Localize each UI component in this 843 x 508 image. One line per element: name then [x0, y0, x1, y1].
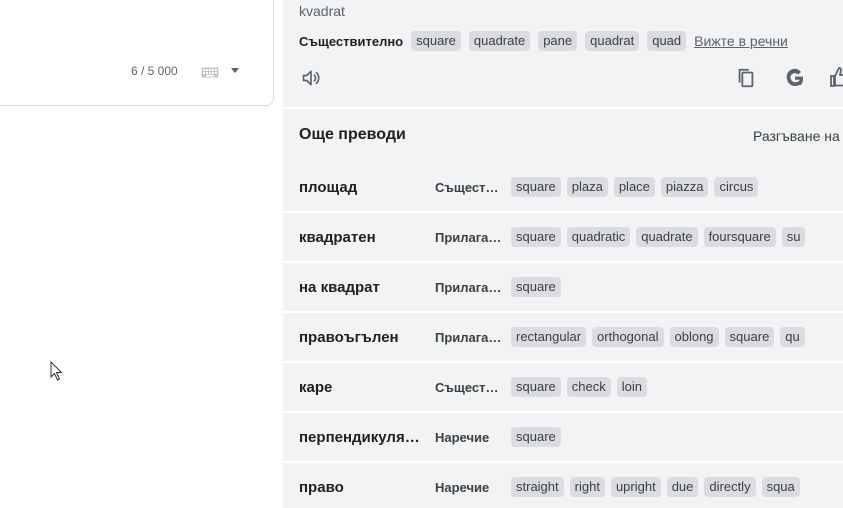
- synonym-list: square: [511, 277, 567, 297]
- part-of-speech-label: Наречие: [435, 479, 490, 495]
- synonym-chip[interactable]: upright: [610, 477, 661, 497]
- synonym-chip[interactable]: piazza: [660, 177, 709, 197]
- translation-row: правоъгълен Прилагателно rectangularorthog…: [283, 313, 843, 363]
- synonym-chip[interactable]: square: [511, 377, 561, 397]
- synonym-chip[interactable]: square: [511, 177, 561, 197]
- alternative-chip[interactable]: quadrate: [468, 31, 531, 51]
- translation-row: перпендикулярен Наречие square: [283, 413, 843, 463]
- part-of-speech-label: Съществително: [435, 179, 505, 195]
- synonym-chip[interactable]: squa: [761, 477, 800, 497]
- main-alternatives-row: Съществително square quadrate pane quadr…: [299, 30, 788, 52]
- translation-term[interactable]: каре: [299, 379, 423, 396]
- char-count: 6 / 5 000: [131, 64, 178, 78]
- translation-pane: kvadrat Съществително square quadrate pa…: [283, 0, 843, 508]
- chevron-down-icon[interactable]: [231, 68, 239, 73]
- google-icon[interactable]: [783, 66, 807, 90]
- keyboard-icon[interactable]: [201, 67, 219, 78]
- thumbs-up-icon[interactable]: [828, 66, 843, 88]
- synonym-chip[interactable]: su: [781, 227, 806, 247]
- synonym-list: square check loin: [511, 377, 653, 397]
- synonym-chip[interactable]: square: [511, 227, 561, 247]
- alternative-chip[interactable]: square: [411, 31, 461, 51]
- synonym-chip[interactable]: orthogonal: [592, 327, 664, 347]
- transliteration: kvadrat: [299, 3, 345, 19]
- part-of-speech-label: Прилагателно: [435, 229, 505, 245]
- part-of-speech-label: Прилагателно: [435, 279, 505, 295]
- more-translations-title: Още преводи: [299, 126, 406, 143]
- synonym-list: square plaza place piazza circus: [511, 177, 764, 197]
- translation-row: квадратен Прилагателно squarequadraticquad…: [283, 213, 843, 263]
- synonym-chip[interactable]: straight: [511, 477, 564, 497]
- synonym-list: square: [511, 427, 567, 447]
- section-divider: [283, 107, 843, 109]
- dictionary-link[interactable]: Вижте в речни: [694, 33, 788, 49]
- synonym-chip[interactable]: qu: [780, 327, 805, 347]
- synonym-chip[interactable]: plaza: [566, 177, 608, 197]
- translation-row: на квадрат Прилагателно square: [283, 263, 843, 313]
- synonym-chip[interactable]: rectangular: [511, 327, 587, 347]
- mouse-cursor-icon: [50, 361, 63, 381]
- translation-term[interactable]: на квадрат: [299, 279, 423, 296]
- synonym-chip[interactable]: square: [724, 327, 775, 347]
- synonym-chip[interactable]: right: [569, 477, 605, 497]
- translation-term[interactable]: право: [299, 479, 423, 496]
- part-of-speech-label: Наречие: [435, 429, 490, 445]
- synonym-list: square quadratic quadrate foursquare su: [511, 227, 811, 247]
- translation-term[interactable]: перпендикулярен: [299, 429, 423, 446]
- synonym-chip[interactable]: place: [613, 177, 655, 197]
- translation-row: каре Съществително squarecheckloin: [283, 363, 843, 413]
- copy-icon[interactable]: [735, 67, 757, 89]
- synonym-chip[interactable]: square: [511, 277, 561, 297]
- expand-button[interactable]: Разгъване на: [753, 128, 840, 144]
- translation-row: площад Съществително squareplazaplacepiazz…: [283, 163, 843, 213]
- translation-term[interactable]: правоъгълен: [299, 329, 423, 346]
- translation-term[interactable]: квадратен: [299, 229, 423, 246]
- part-of-speech-label: Съществително: [299, 33, 404, 49]
- more-translations-list: площадСъществителноsquareplazaplacepiazz…: [283, 163, 843, 508]
- part-of-speech-label: Прилагателно: [435, 329, 505, 345]
- speaker-icon[interactable]: [301, 68, 321, 88]
- synonym-chip[interactable]: quadrate: [636, 227, 698, 247]
- synonym-list: straight right upright due directly squa: [511, 477, 806, 497]
- synonym-chip[interactable]: square: [511, 427, 561, 447]
- synonym-chip[interactable]: foursquare: [703, 227, 776, 247]
- alternative-chip[interactable]: quad: [647, 31, 687, 51]
- synonym-chip[interactable]: directly: [704, 477, 756, 497]
- translation-row: право Наречие straight right upright due direc…: [283, 463, 843, 508]
- part-of-speech-label: Съществително: [435, 379, 505, 395]
- synonym-chip[interactable]: oblong: [669, 327, 719, 347]
- source-text-card[interactable]: 6 / 5 000: [0, 0, 274, 106]
- synonym-chip[interactable]: circus: [714, 177, 759, 197]
- translation-term[interactable]: площад: [299, 179, 423, 196]
- source-pane: 6 / 5 000: [0, 0, 275, 508]
- synonym-chip[interactable]: quadratic: [566, 227, 631, 247]
- synonym-chip[interactable]: due: [666, 477, 699, 497]
- alternative-chip[interactable]: pane: [538, 31, 578, 51]
- synonym-chip[interactable]: loin: [616, 377, 647, 397]
- synonym-list: rectangular orthogonal oblong square qu: [511, 327, 811, 347]
- alternative-chip[interactable]: quadrat: [585, 31, 640, 51]
- synonym-chip[interactable]: check: [566, 377, 611, 397]
